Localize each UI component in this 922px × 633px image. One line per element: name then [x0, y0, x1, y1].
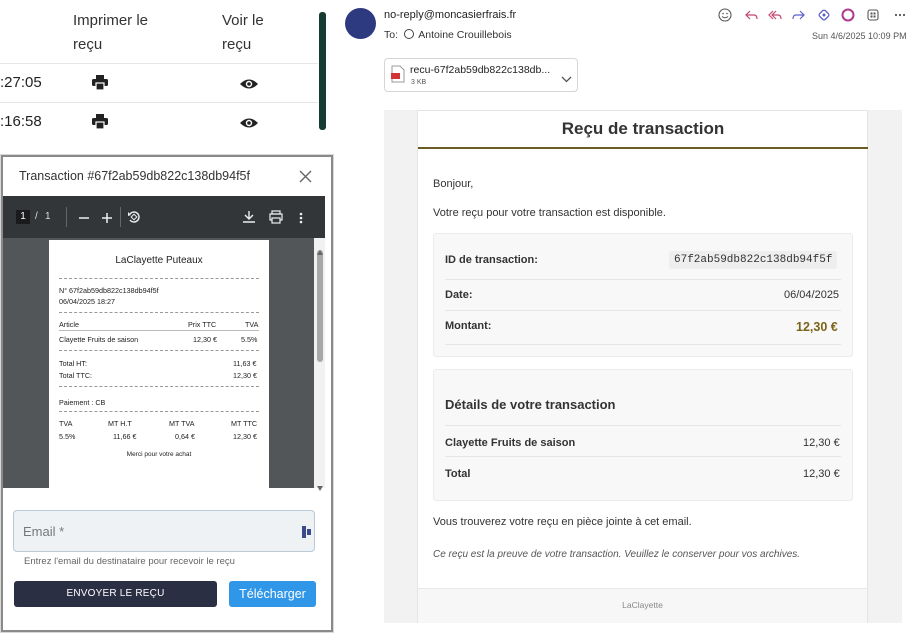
amount-label: Montant:: [445, 320, 492, 332]
receipt-total-ht: 11,63 €: [233, 359, 257, 368]
receipt-col-vat: TVA: [245, 320, 259, 329]
row-time: :16:58: [0, 113, 42, 130]
apps-icon[interactable]: [865, 8, 881, 24]
row-time: :27:05: [0, 74, 42, 91]
eye-icon[interactable]: [240, 77, 258, 95]
date-label: Date:: [445, 289, 473, 301]
eye-icon[interactable]: [240, 116, 258, 134]
receipt-number: N° 67f2ab59db822c138db94f5f: [59, 286, 159, 295]
pdf-scroll-up[interactable]: [317, 242, 323, 260]
transaction-id-value: 67f2ab59db822c138db94f5f: [669, 251, 838, 269]
receipt-thanks: Merci pour votre achat: [126, 451, 192, 458]
transaction-details-box: [433, 369, 853, 501]
row-divider: [0, 102, 318, 103]
receipt-vat-value: 0,64 €: [175, 432, 195, 441]
details-title: Détails de votre transaction: [445, 397, 616, 412]
more-icon[interactable]: [299, 211, 303, 229]
greeting: Bonjour,: [433, 178, 474, 190]
recipient-line: To: Antoine Crouillebois: [384, 29, 512, 41]
toolbar-divider: [66, 207, 67, 227]
to-label: To:: [384, 29, 399, 41]
avatar: [345, 8, 376, 39]
receipt-total-ht-label: Total HT:: [59, 359, 87, 368]
date-value: 06/04/2025: [784, 289, 840, 301]
receipt-item-vat: 5.5%: [241, 335, 258, 344]
email-title: Reçu de transaction: [561, 119, 725, 138]
more-horizontal-icon[interactable]: [892, 8, 908, 24]
chevron-down-icon[interactable]: [561, 70, 572, 88]
total-label: Total: [445, 468, 471, 480]
intro-text: Votre reçu pour votre transaction est di…: [433, 207, 666, 219]
receipt-item-price: 12,30 €: [193, 335, 217, 344]
modal-title: Transaction #67f2ab59db822c138db94f5f: [19, 169, 250, 183]
receipt-col-price: Prix TTC: [188, 320, 217, 329]
total-value: 12,30 €: [803, 468, 840, 480]
toolbar-divider: [120, 207, 121, 227]
sender-address[interactable]: no-reply@moncasierfrais.fr: [384, 9, 516, 21]
attached-note: Vous trouverez votre reçu en pièce joint…: [433, 516, 692, 528]
pdf-scroll-down[interactable]: [317, 478, 323, 496]
transaction-id-label: ID de transaction:: [445, 254, 538, 266]
footer-brand: LaClayette: [622, 600, 663, 610]
title-underline: [418, 147, 868, 149]
reply-all-icon[interactable]: [767, 8, 783, 24]
receipt-vat-header: MT TVA: [169, 419, 195, 428]
receipt-payment: Paiement : CB: [59, 398, 106, 407]
pdf-file-icon: [391, 65, 405, 88]
receipt-datetime: 06/04/2025 18:27: [59, 297, 115, 306]
zoom-out-icon[interactable]: [78, 211, 90, 229]
receipt-col-article: Article: [59, 320, 79, 329]
attachment-field-icon[interactable]: [302, 525, 311, 543]
send-receipt-button[interactable]: ENVOYER LE REÇU: [14, 581, 217, 607]
proof-note: Ce reçu est la preuve de votre transacti…: [433, 549, 801, 560]
receipt-item-name: Clayette Fruits de saison: [59, 335, 139, 344]
download-icon[interactable]: [242, 210, 256, 229]
attachment-size: 3 KB: [411, 79, 427, 86]
pdf-page-separator: /: [35, 211, 38, 222]
table-scrollbar[interactable]: [319, 12, 326, 130]
receipt-shop-name: LaClayette Puteaux: [115, 255, 203, 266]
amount-value: 12,30 €: [796, 320, 838, 334]
printer-icon[interactable]: [269, 210, 283, 229]
print-icon[interactable]: [92, 114, 108, 134]
row-divider: [0, 63, 318, 64]
download-button[interactable]: Télécharger: [229, 581, 316, 607]
zoom-in-icon[interactable]: [101, 211, 113, 229]
receipt-vat-header: MT H.T: [108, 419, 132, 428]
rotate-icon[interactable]: [127, 210, 141, 229]
print-icon[interactable]: [92, 75, 108, 95]
pdf-page-input[interactable]: 1: [16, 210, 30, 224]
receipt-total-ttc-label: Total TTC:: [59, 371, 93, 380]
column-header-print: Imprimer le reçu: [73, 12, 149, 53]
pdf-scrollbar-thumb[interactable]: [317, 250, 323, 362]
receipt-vat-value: 11,66 €: [113, 432, 137, 441]
emoji-icon[interactable]: [717, 8, 733, 24]
item-name: Clayette Fruits de saison: [445, 437, 576, 449]
forward-icon[interactable]: [791, 8, 807, 24]
receipt-total-ttc: 12,30 €: [233, 371, 257, 380]
email-date: Sun 4/6/2025 10:09 PM: [812, 31, 907, 41]
recipient-name[interactable]: Antoine Crouillebois: [418, 29, 511, 41]
receipt-vat-header: TVA: [59, 419, 73, 428]
receipt-vat-value: 5.5%: [59, 432, 76, 441]
item-price: 12,30 €: [803, 437, 840, 449]
email-card: [417, 110, 868, 623]
email-placeholder: Email *: [23, 524, 65, 539]
attachment-name[interactable]: recu-67f2ab59db822c138db...: [410, 64, 550, 76]
close-icon[interactable]: [299, 170, 312, 188]
pdf-page-total: 1: [45, 211, 51, 222]
receipt-page: LaClayette Puteaux N° 67f2ab59db822c138d…: [49, 240, 269, 488]
reply-icon[interactable]: [743, 8, 759, 24]
email-helper-text: Entrez l'email du destinataire pour rece…: [24, 556, 235, 567]
receipt-vat-header: MT TTC: [231, 419, 258, 428]
loop-icon[interactable]: [816, 8, 832, 24]
column-header-view: Voir le reçu: [222, 12, 264, 53]
copilot-icon[interactable]: [840, 8, 856, 24]
recipient-icon: [403, 29, 414, 39]
receipt-vat-value: 12,30 €: [233, 432, 257, 441]
